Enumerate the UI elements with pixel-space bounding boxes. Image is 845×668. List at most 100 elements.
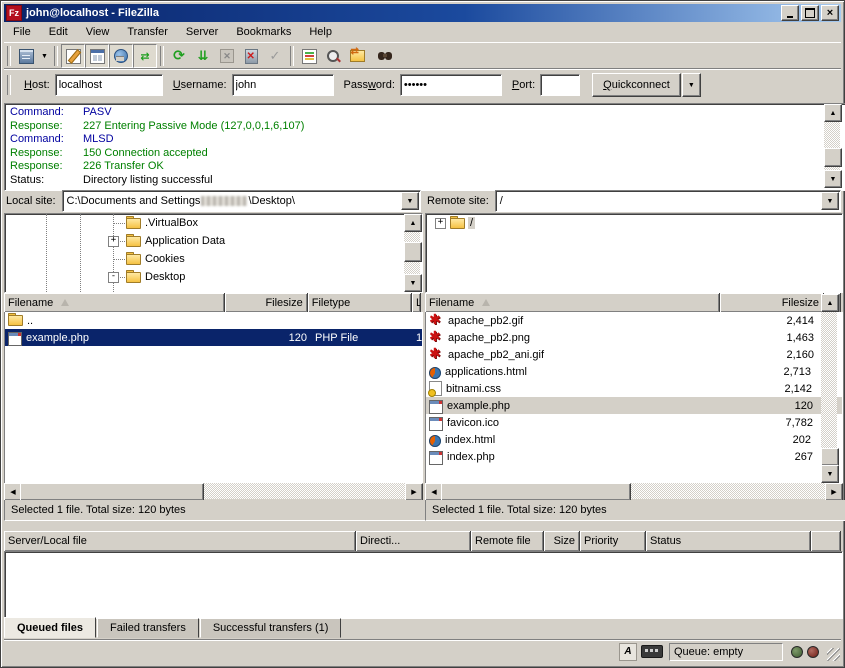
remote-file-list[interactable]: ✱ apache_pb2.gif 2,414 ✱ apache_pb2.png … <box>425 312 843 484</box>
message-log[interactable]: Command:PASV Response:227 Entering Passi… <box>4 103 845 191</box>
local-site-dropdown-button[interactable]: ▼ <box>401 192 419 210</box>
column-filesize[interactable]: Filesize <box>720 293 824 312</box>
file-row[interactable]: ✱ apache_pb2_ani.gif 2,160 <box>426 346 842 363</box>
password-input[interactable] <box>400 74 502 96</box>
cancel-icon: ✕ <box>220 49 234 63</box>
scroll-up-button[interactable]: ▲ <box>824 104 842 122</box>
remote-vscroll-thumb[interactable] <box>821 448 839 466</box>
firefox-html-icon <box>429 435 441 447</box>
remote-directory-tree[interactable]: + / <box>425 213 843 293</box>
process-queue-button[interactable]: ⇊ <box>191 45 215 67</box>
toggle-message-log-button[interactable] <box>61 44 85 68</box>
file-row-selected[interactable]: example.php 120 <box>426 397 842 414</box>
remote-site-combo[interactable]: / ▼ <box>495 190 841 212</box>
file-row[interactable]: bitnami.css 2,142 <box>426 380 842 397</box>
tree-item-virtualbox[interactable]: .VirtualBox <box>5 214 422 232</box>
host-input[interactable] <box>55 74 163 96</box>
abort-button[interactable]: ✓ <box>263 45 287 67</box>
local-directory-tree[interactable]: .VirtualBox + Application Data Cookies -… <box>4 213 423 293</box>
tab-queued-files[interactable]: Queued files <box>4 617 96 638</box>
column-filesize[interactable]: Filesize <box>225 293 308 312</box>
file-row[interactable]: applications.html 2,713 <box>426 363 842 380</box>
file-row[interactable]: favicon.ico 7,782 <box>426 414 842 431</box>
column-priority[interactable]: Priority <box>580 531 646 551</box>
minimize-button[interactable] <box>781 5 799 21</box>
menu-transfer[interactable]: Transfer <box>118 24 177 40</box>
site-manager-dropdown-button[interactable]: ▼ <box>38 45 51 67</box>
find-files-button[interactable] <box>369 45 393 67</box>
column-filetype[interactable]: Filetype <box>308 293 412 312</box>
collapse-icon[interactable]: - <box>108 272 119 283</box>
synchronized-browsing-button[interactable] <box>345 45 369 67</box>
directory-comparison-button[interactable] <box>321 45 345 67</box>
file-row[interactable]: index.php 267 <box>426 448 842 465</box>
local-file-list[interactable]: .. example.php 120 PHP File 1 <box>4 312 423 484</box>
menu-edit[interactable]: Edit <box>40 24 77 40</box>
expand-icon[interactable]: + <box>435 218 446 229</box>
column-direction[interactable]: Directi... <box>356 531 471 551</box>
file-row-parent[interactable]: .. <box>5 312 422 329</box>
apache-image-icon: ✱ <box>429 348 444 361</box>
scroll-down-button[interactable]: ▼ <box>404 274 422 292</box>
transfer-queue-list[interactable] <box>4 551 843 619</box>
column-status[interactable]: Status <box>646 531 811 551</box>
file-row[interactable]: ✱ apache_pb2.gif 2,414 <box>426 312 842 329</box>
scroll-right-button[interactable]: ▶ <box>825 483 843 501</box>
username-input[interactable] <box>232 74 334 96</box>
tree-item-desktop[interactable]: - Desktop <box>5 268 422 286</box>
cancel-operation-button[interactable]: ✕ <box>215 45 239 67</box>
site-manager-button[interactable] <box>14 45 38 67</box>
remote-hscroll-thumb[interactable] <box>441 483 631 501</box>
column-filename[interactable]: Filename <box>425 293 720 312</box>
port-input[interactable] <box>540 74 580 96</box>
local-tree-scroll-thumb[interactable] <box>404 242 422 262</box>
maximize-button[interactable] <box>801 5 819 21</box>
toggle-remote-tree-button[interactable] <box>109 44 133 68</box>
resize-grip[interactable] <box>827 648 840 661</box>
refresh-button[interactable]: ⟳ <box>167 45 191 67</box>
tree-item-application-data[interactable]: + Application Data <box>5 232 422 250</box>
filter-button[interactable] <box>297 45 321 67</box>
quickconnect-dropdown-button[interactable]: ▼ <box>682 73 701 97</box>
column-filename[interactable]: Filename <box>4 293 225 312</box>
toggle-queue-button[interactable]: ⇄ <box>133 44 157 68</box>
minimize-icon <box>787 16 793 18</box>
toggle-local-tree-button[interactable] <box>85 44 109 68</box>
scroll-down-button[interactable]: ▼ <box>821 465 839 483</box>
tab-successful-transfers[interactable]: Successful transfers (1) <box>200 618 342 638</box>
menu-file[interactable]: File <box>4 24 40 40</box>
scroll-up-button[interactable]: ▲ <box>404 214 422 232</box>
scroll-up-button[interactable]: ▲ <box>821 294 839 312</box>
menu-view[interactable]: View <box>77 24 119 40</box>
menu-bookmarks[interactable]: Bookmarks <box>227 24 300 40</box>
local-list-header: Filename Filesize Filetype Last modified <box>4 293 421 313</box>
scroll-down-button[interactable]: ▼ <box>824 170 842 188</box>
local-path: C:\Documents and Settings\Desktop\ <box>67 195 295 207</box>
expand-icon[interactable]: + <box>108 236 119 247</box>
disconnect-button[interactable] <box>239 45 263 67</box>
quickconnect-button[interactable]: Quickconnect <box>592 73 681 97</box>
file-row[interactable]: index.html 202 <box>426 431 842 448</box>
file-row-example-php[interactable]: example.php 120 PHP File 1 <box>5 329 422 346</box>
column-server-local-file[interactable]: Server/Local file <box>4 531 356 551</box>
tab-failed-transfers[interactable]: Failed transfers <box>97 618 199 638</box>
close-button[interactable]: × <box>821 5 839 21</box>
log-scroll-thumb[interactable] <box>824 148 842 167</box>
title-bar[interactable]: Fz john@localhost - FileZilla × <box>4 4 841 22</box>
local-tree-icon <box>90 49 105 64</box>
column-remote-file[interactable]: Remote file <box>471 531 544 551</box>
magnifier-icon <box>327 50 339 62</box>
local-hscroll-thumb[interactable] <box>20 483 204 501</box>
remote-site-dropdown-button[interactable]: ▼ <box>821 192 839 210</box>
file-row[interactable]: ✱ apache_pb2.png 1,463 <box>426 329 842 346</box>
local-site-combo[interactable]: C:\Documents and Settings\Desktop\ ▼ <box>62 190 421 212</box>
tree-item-root[interactable]: + / <box>426 214 842 232</box>
menu-help[interactable]: Help <box>300 24 341 40</box>
menu-server[interactable]: Server <box>177 24 227 40</box>
maximize-icon <box>805 8 815 18</box>
column-size[interactable]: Size <box>544 531 580 551</box>
column-last-modified[interactable]: Last modified <box>412 293 421 312</box>
scroll-right-button[interactable]: ▶ <box>405 483 423 501</box>
firefox-html-icon <box>429 367 441 379</box>
tree-item-cookies[interactable]: Cookies <box>5 250 422 268</box>
